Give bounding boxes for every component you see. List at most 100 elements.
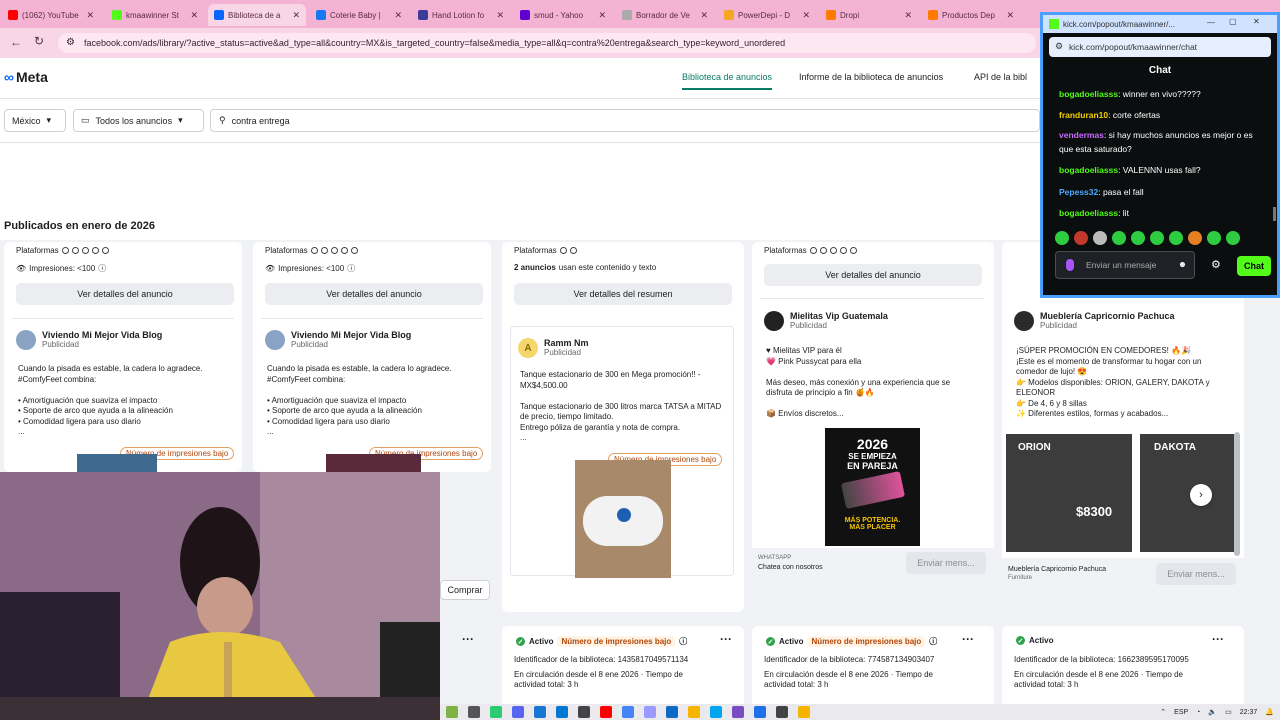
taskbar-app-icon[interactable]	[512, 706, 524, 718]
instagram-icon	[71, 247, 79, 254]
meta-logo[interactable]: ∞ Meta	[4, 69, 48, 85]
chat-message-input[interactable]: Enviar un mensaje ☻	[1055, 251, 1195, 279]
taskbar-app-icon[interactable]	[490, 706, 502, 718]
emote-icon[interactable]	[1169, 231, 1183, 245]
advertiser[interactable]: Viviendo Mi Mejor Vida Blog Publicidad	[265, 330, 411, 350]
emote-bar[interactable]	[1055, 231, 1240, 245]
tab-close-icon[interactable]: ✕	[292, 10, 300, 21]
emote-icon[interactable]	[1207, 231, 1221, 245]
chat-text: : VALENNN usas fall?	[1118, 165, 1201, 175]
emote-icon[interactable]	[1093, 231, 1107, 245]
close-icon[interactable]: ✕	[1253, 17, 1260, 26]
chat-username[interactable]: franduran10	[1059, 110, 1108, 120]
reload-icon[interactable]: ↻	[34, 34, 44, 48]
buy-button[interactable]: Comprar	[440, 580, 490, 600]
taskbar-app-icon[interactable]	[556, 706, 568, 718]
browser-tab[interactable]: kmaawinner St ✕	[106, 4, 204, 26]
instagram-icon	[569, 247, 577, 254]
browser-tab[interactable]: Biblioteca de a ✕	[208, 4, 306, 26]
chat-username[interactable]: vendermas	[1059, 130, 1104, 140]
more-options-icon[interactable]: ···	[1212, 632, 1224, 646]
country-select[interactable]: México ▾	[4, 109, 66, 132]
url-bar[interactable]: ⚙ facebook.com/ads/library/?active_statu…	[58, 33, 1036, 53]
chat-username[interactable]: bogadoeliasss	[1059, 89, 1118, 99]
chat-url-bar[interactable]: ⚙ kick.com/popout/kmaawinner/chat	[1049, 37, 1271, 57]
taskbar-app-icon[interactable]	[578, 706, 590, 718]
browser-tab[interactable]: PowerDepi - D ✕	[718, 4, 816, 26]
view-ad-details-button[interactable]: Ver detalles del anuncio	[16, 283, 234, 305]
browser-tab[interactable]: Coterie Baby | ✕	[310, 4, 408, 26]
tab-close-icon[interactable]: ✕	[598, 10, 606, 21]
platforms-row: Plataformas	[16, 246, 109, 255]
send-message-button[interactable]: Enviar mens...	[1156, 563, 1236, 585]
browser-tab[interactable]: smud - Yahoo ✕	[514, 4, 612, 26]
tab-close-icon[interactable]: ✕	[190, 10, 198, 21]
advertiser[interactable]: A Ramm Nm Publicidad	[518, 338, 589, 358]
chat-username[interactable]: bogadoeliasss	[1059, 165, 1118, 175]
advertiser[interactable]: Mueblería Capricornio Pachuca Publicidad	[1014, 311, 1175, 331]
taskbar-app-icon[interactable]	[666, 706, 678, 718]
taskbar-app-icon[interactable]	[776, 706, 788, 718]
emote-icon[interactable]	[1188, 231, 1202, 245]
taskbar-app-icon[interactable]	[446, 706, 458, 718]
browser-tab[interactable]: Borrador de Ve ✕	[616, 4, 714, 26]
tab-close-icon[interactable]: ✕	[700, 10, 708, 21]
taskbar-app-icon[interactable]	[732, 706, 744, 718]
minimize-icon[interactable]: —	[1207, 18, 1215, 27]
card-media-scrollbar[interactable]	[1234, 432, 1240, 556]
tab-close-icon[interactable]: ✕	[394, 10, 402, 21]
send-message-button[interactable]: Enviar mens...	[906, 552, 986, 574]
ad-type-select[interactable]: ▭ Todos los anuncios ▾	[73, 109, 204, 132]
nav-ad-library-api[interactable]: API de la bibl	[974, 72, 1027, 82]
taskbar-app-icon[interactable]	[534, 706, 546, 718]
more-options-icon[interactable]: ···	[962, 632, 974, 646]
chat-username[interactable]: Pepess32	[1059, 187, 1098, 197]
emote-icon[interactable]	[1131, 231, 1145, 245]
advertiser[interactable]: Viviendo Mi Mejor Vida Blog Publicidad	[16, 330, 162, 350]
view-ad-details-button[interactable]: Ver detalles del anuncio	[764, 264, 982, 286]
more-options-icon[interactable]: ···	[720, 632, 732, 646]
emote-icon[interactable]	[1226, 231, 1240, 245]
browser-tab[interactable]: Dropi ✕	[820, 4, 918, 26]
emote-icon[interactable]	[1112, 231, 1126, 245]
taskbar-app-icon[interactable]	[468, 706, 480, 718]
facebook-icon	[809, 247, 817, 254]
taskbar-app-icon[interactable]	[644, 706, 656, 718]
maximize-icon[interactable]: ▢	[1229, 17, 1237, 26]
tab-close-icon[interactable]: ✕	[1006, 10, 1014, 21]
chat-scrollbar[interactable]	[1273, 207, 1276, 221]
advertiser[interactable]: Mielitas Vip Guatemala Publicidad	[764, 311, 888, 331]
taskbar-app-icon[interactable]	[600, 706, 612, 718]
avatar	[764, 311, 784, 331]
chat-message: Pepess32: pasa el fall	[1059, 185, 1269, 199]
tab-close-icon[interactable]: ✕	[496, 10, 504, 21]
view-summary-button[interactable]: Ver detalles del resumen	[514, 283, 732, 305]
filters-divider	[0, 142, 1040, 143]
chat-send-button[interactable]: Chat	[1237, 256, 1271, 276]
taskbar-app-icon[interactable]	[754, 706, 766, 718]
settings-gear-icon[interactable]: ⚙	[1211, 258, 1221, 271]
chat-username[interactable]: bogadoeliasss	[1059, 208, 1118, 218]
emote-icon[interactable]	[1150, 231, 1164, 245]
more-options-icon[interactable]: ···	[462, 632, 474, 646]
emote-icon[interactable]	[1074, 231, 1088, 245]
site-info-icon[interactable]: ⚙	[66, 37, 75, 48]
taskbar-app-icon[interactable]	[798, 706, 810, 718]
taskbar-app-icon[interactable]	[688, 706, 700, 718]
back-icon[interactable]: ←	[10, 35, 22, 49]
emote-icon[interactable]	[1055, 231, 1069, 245]
taskbar-app-icon[interactable]	[622, 706, 634, 718]
taskbar-app-icon[interactable]	[710, 706, 722, 718]
view-ad-details-button[interactable]: Ver detalles del anuncio	[265, 283, 483, 305]
nav-ad-library[interactable]: Biblioteca de anuncios	[682, 72, 773, 90]
browser-tab[interactable]: Hand Lotion fo ✕	[412, 4, 510, 26]
carousel-next-button[interactable]: ›	[1190, 484, 1212, 506]
browser-tab[interactable]: (1062) YouTube ✕	[2, 4, 100, 26]
ad-body-text: ♥ Mielitas VIP para él 💗 Pink Pussycat p…	[766, 346, 951, 418]
tab-close-icon[interactable]: ✕	[86, 10, 94, 21]
tab-close-icon[interactable]: ✕	[904, 10, 912, 21]
tab-close-icon[interactable]: ✕	[802, 10, 810, 21]
nav-ad-library-report[interactable]: Informe de la biblioteca de anuncios	[799, 72, 943, 82]
browser-tab[interactable]: Productos Dep ✕	[922, 4, 1020, 26]
search-input[interactable]: ⚲ contra entrega	[210, 109, 1040, 132]
